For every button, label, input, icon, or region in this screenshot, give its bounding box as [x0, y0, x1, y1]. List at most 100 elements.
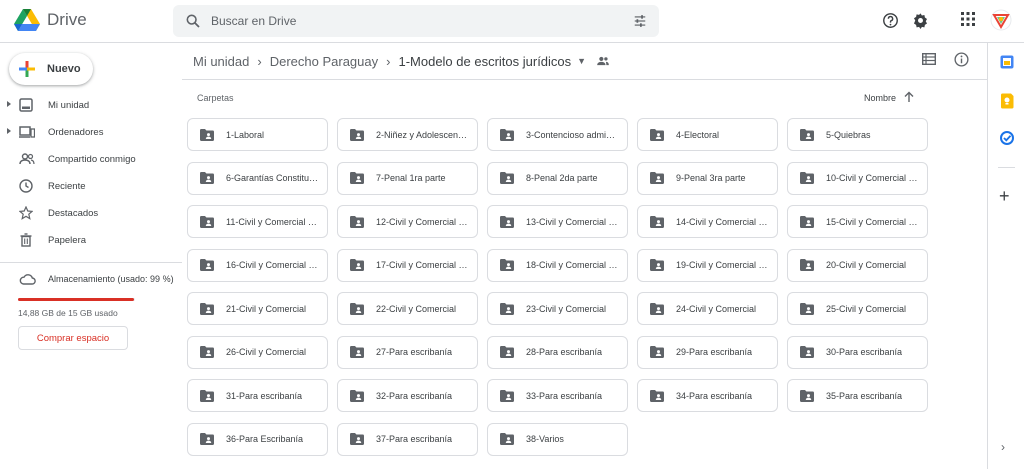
- folder-item[interactable]: 36-Para Escribanía: [187, 422, 328, 456]
- storage-progress-fill: [18, 298, 134, 301]
- shared-folder-icon: [650, 215, 664, 228]
- folder-name: 18-Civil y Comercial 9...: [526, 260, 622, 270]
- drive-logo-icon: [14, 9, 40, 31]
- search-options-icon[interactable]: [633, 14, 647, 28]
- folder-item[interactable]: 28-Para escribanía: [487, 335, 628, 369]
- folder-item[interactable]: 7-Penal 1ra parte: [337, 161, 478, 195]
- folder-item[interactable]: 22-Civil y Comercial: [337, 292, 478, 325]
- sort-by-name[interactable]: Nombre: [864, 93, 896, 103]
- folder-item[interactable]: 8-Penal 2da parte: [487, 161, 628, 195]
- folder-item[interactable]: 29-Para escribanía: [637, 335, 778, 369]
- sidebar-item-label: Ordenadores: [48, 127, 104, 138]
- folder-name: 11-Civil y Comercial 2...: [226, 216, 321, 227]
- folder-item[interactable]: 3-Contencioso admini...: [487, 118, 628, 151]
- search-input[interactable]: Buscar en Drive: [211, 14, 296, 28]
- search-icon[interactable]: [185, 13, 201, 29]
- folder-item[interactable]: 16-Civil y Comercial 7...: [187, 248, 328, 282]
- folder-name: 4-Electoral: [676, 129, 720, 140]
- recent-icon: [19, 179, 33, 193]
- new-button[interactable]: Nuevo: [9, 53, 93, 85]
- shared-folder-icon: [350, 389, 364, 402]
- folder-item[interactable]: 30-Para escribanía: [787, 335, 928, 369]
- help-icon[interactable]: [882, 12, 899, 29]
- folder-item[interactable]: 21-Civil y Comercial: [187, 292, 328, 325]
- folder-name: 25-Civil y Comercial: [826, 303, 907, 314]
- folder-item[interactable]: 25-Civil y Comercial: [787, 292, 928, 325]
- breadcrumb: Mi unidad › Derecho Paraguay › 1-Modelo …: [193, 51, 610, 71]
- cloud-icon: [19, 274, 36, 285]
- folder-item[interactable]: 10-Civil y Comercial 1...: [787, 161, 928, 195]
- apps-grid-icon[interactable]: [961, 12, 975, 26]
- sidebar-item-trash[interactable]: Papelera: [0, 228, 182, 252]
- folder-item[interactable]: 18-Civil y Comercial 9...: [487, 248, 628, 282]
- shared-folder-icon: [500, 302, 514, 315]
- folder-item[interactable]: 4-Electoral: [637, 118, 778, 151]
- shared-folder-icon: [350, 259, 364, 271]
- folder-item[interactable]: 32-Para escribanía: [337, 379, 478, 412]
- expand-arrow-icon[interactable]: [7, 128, 11, 134]
- folder-item[interactable]: 9-Penal 3ra parte: [637, 161, 778, 195]
- folder-item[interactable]: 27-Para escribanía: [337, 335, 478, 369]
- folder-name: 23-Civil y Comercial: [526, 303, 607, 314]
- folder-item[interactable]: 20-Civil y Comercial: [787, 248, 928, 282]
- folder-item[interactable]: 24-Civil y Comercial: [637, 292, 778, 325]
- keep-icon[interactable]: [1000, 93, 1014, 109]
- folder-item[interactable]: 1-Laboral: [187, 118, 328, 151]
- sidebar-item-starred[interactable]: Destacados: [0, 201, 182, 225]
- folder-item[interactable]: 15-Civil y Comercial 6...: [787, 205, 928, 238]
- folder-item[interactable]: 12-Civil y Comercial 3...: [337, 205, 478, 238]
- expand-arrow-icon[interactable]: [7, 101, 11, 107]
- sidebar-item-recent[interactable]: Reciente: [0, 174, 182, 198]
- folder-name: 9-Penal 3ra parte: [676, 173, 746, 183]
- folder-item[interactable]: 6-Garantías Constituc...: [187, 161, 328, 195]
- folder-item[interactable]: 34-Para escribanía: [637, 379, 778, 412]
- folder-item[interactable]: 2-Niñez y Adolescencia: [337, 118, 478, 151]
- folder-name: 22-Civil y Comercial: [376, 303, 457, 314]
- folder-item[interactable]: 5-Quiebras: [787, 118, 928, 151]
- folder-item[interactable]: 33-Para escribanía: [487, 379, 628, 412]
- shared-folder-icon: [200, 433, 214, 445]
- folder-name: 17-Civil y Comercial 8...: [376, 260, 472, 270]
- folder-item[interactable]: 17-Civil y Comercial 8...: [337, 248, 478, 282]
- folder-name: 28-Para escribanía: [526, 347, 603, 357]
- folder-name: 1-Laboral: [226, 129, 265, 140]
- storage-label[interactable]: Almacenamiento (usado: 99 %): [48, 274, 174, 284]
- folder-name: 10-Civil y Comercial 1...: [826, 173, 922, 183]
- folder-item[interactable]: 23-Civil y Comercial: [487, 292, 628, 325]
- list-view-icon[interactable]: [922, 53, 936, 65]
- folder-item[interactable]: 19-Civil y Comercial 1...: [637, 248, 778, 282]
- sort-arrow-up-icon[interactable]: [903, 91, 915, 103]
- drive-logo[interactable]: Drive: [14, 9, 87, 31]
- shared-folder-icon: [200, 302, 214, 315]
- folder-item[interactable]: 26-Civil y Comercial: [187, 335, 328, 369]
- tasks-icon[interactable]: [1000, 131, 1014, 145]
- folder-item[interactable]: 38-Varios: [487, 422, 628, 456]
- calendar-icon[interactable]: [1000, 55, 1014, 69]
- buy-storage-button[interactable]: Comprar espacio: [18, 326, 128, 350]
- search-box[interactable]: Buscar en Drive: [173, 5, 659, 37]
- chevron-right-icon[interactable]: ›: [1001, 440, 1005, 454]
- folder-name: 20-Civil y Comercial: [826, 260, 907, 270]
- breadcrumb-item-current[interactable]: 1-Modelo de escritos jurídicos: [398, 54, 571, 69]
- sidebar-item-shared[interactable]: Compartido conmigo: [0, 147, 182, 171]
- folder-item[interactable]: 31-Para escribanía: [187, 379, 328, 412]
- account-avatar[interactable]: [990, 9, 1012, 31]
- folder-item[interactable]: 11-Civil y Comercial 2...: [187, 205, 328, 238]
- breadcrumb-item-my-drive[interactable]: Mi unidad: [193, 54, 249, 69]
- folder-item[interactable]: 35-Para escribanía: [787, 379, 928, 412]
- settings-icon[interactable]: [912, 12, 929, 29]
- folder-item[interactable]: 14-Civil y Comercial 5...: [637, 205, 778, 238]
- folder-name: 31-Para escribanía: [226, 390, 303, 401]
- sidebar-item-computers[interactable]: Ordenadores: [0, 120, 182, 144]
- folder-item[interactable]: 37-Para escribanía: [337, 422, 478, 456]
- sidebar-item-my-drive[interactable]: Mi unidad: [0, 93, 182, 117]
- add-addon-icon[interactable]: +: [999, 187, 1010, 205]
- shared-folder-icon: [500, 215, 514, 228]
- info-icon[interactable]: [954, 52, 969, 67]
- folder-item[interactable]: 13-Civil y Comercial 4...: [487, 205, 628, 238]
- folder-name: 38-Varios: [526, 434, 564, 444]
- chevron-down-icon[interactable]: ▼: [577, 56, 586, 66]
- shared-folder-icon: [500, 172, 514, 184]
- side-panel: + ›: [987, 43, 1024, 469]
- breadcrumb-item-derecho-paraguay[interactable]: Derecho Paraguay: [270, 54, 378, 69]
